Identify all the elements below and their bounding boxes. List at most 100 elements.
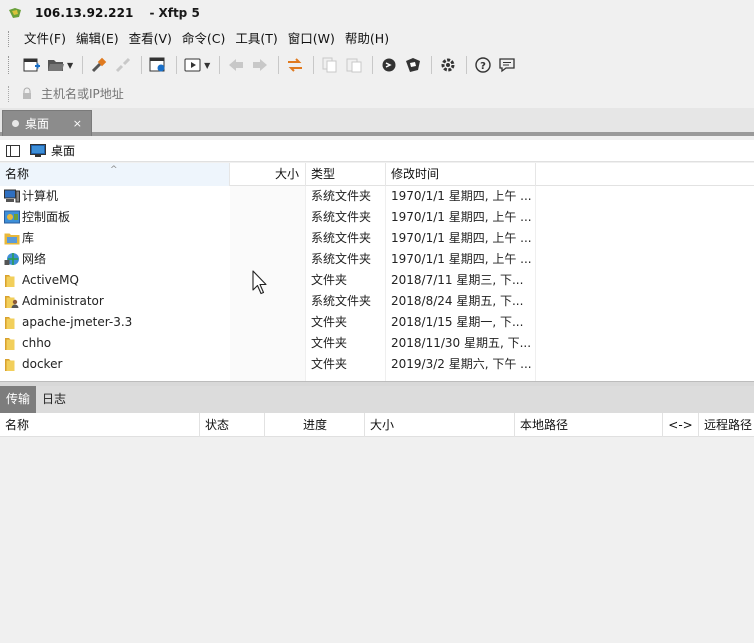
file-name-cell: 控制面板 — [4, 207, 228, 228]
file-mtime: 2018/1/15 星期一, 下... — [391, 315, 524, 329]
file-list[interactable]: 名称 ^ 大小 类型 修改时间 计算机 系统文件夹 1970/1/1 星期四, 上午… — [0, 163, 754, 381]
file-row[interactable]: docker 文件夹 2019/3/2 星期六, 下午 ... — [0, 354, 754, 375]
file-name: 网络 — [22, 252, 47, 266]
tab-close-icon[interactable]: × — [73, 117, 82, 130]
tab-log[interactable]: 日志 — [36, 386, 72, 413]
run-dropdown-icon[interactable]: ▼ — [204, 61, 210, 70]
menu-edit[interactable]: 编辑(E) — [71, 28, 124, 50]
transfer-column-progress[interactable]: 进度 — [265, 413, 365, 437]
menu-view[interactable]: 查看(V) — [124, 28, 177, 50]
transfer-column-local-path[interactable]: 本地路径 — [515, 413, 663, 437]
column-name[interactable]: 名称 ^ — [0, 163, 230, 186]
file-mtime: 1970/1/1 星期四, 上午 ... — [391, 210, 532, 224]
host-title: 106.13.92.221 — [35, 6, 134, 20]
toolbar-separator — [372, 56, 374, 74]
file-row[interactable]: 网络 系统文件夹 1970/1/1 星期四, 上午 ... — [0, 249, 754, 270]
new-session-icon[interactable] — [21, 54, 43, 76]
file-type: 系统文件夹 — [311, 210, 372, 224]
file-name: chho — [22, 336, 52, 350]
column-type[interactable]: 类型 — [306, 163, 386, 186]
address-bar — [0, 82, 754, 106]
file-name-cell: docker — [4, 354, 228, 375]
paste-icon[interactable] — [343, 54, 365, 76]
file-row[interactable]: chho 文件夹 2018/11/30 星期五, 下... — [0, 333, 754, 354]
library-icon — [4, 231, 22, 246]
file-name: 控制面板 — [22, 210, 71, 224]
run-icon[interactable] — [182, 54, 204, 76]
menu-tools[interactable]: 工具(T) — [230, 28, 282, 50]
open-folder-icon[interactable] — [45, 54, 67, 76]
transfer-tab-bar: 传输 日志 — [0, 386, 754, 413]
transfer-column-name[interactable]: 名称 — [0, 413, 200, 437]
file-name-cell: 计算机 — [4, 186, 228, 207]
file-type: 文件夹 — [311, 273, 348, 287]
sort-ascending-icon: ^ — [110, 165, 118, 175]
network-icon — [4, 252, 22, 267]
file-name-cell: chho — [4, 333, 228, 354]
connect-icon[interactable] — [88, 54, 110, 76]
menu-bar: 文件(F) 编辑(E) 查看(V) 命令(C) 工具(T) 窗口(W) 帮助(H… — [0, 27, 754, 51]
transfer-list-header: 名称 状态 进度 大小 本地路径 <-> 远程路径 — [0, 413, 754, 437]
app-title: Xftp 5 — [158, 6, 200, 20]
column-size[interactable]: 大小 — [230, 163, 306, 186]
title-bar: 106.13.92.221 - Xftp 5 — [0, 0, 754, 26]
file-row[interactable]: 控制面板 系统文件夹 1970/1/1 星期四, 上午 ... — [0, 207, 754, 228]
file-row[interactable]: 计算机 系统文件夹 1970/1/1 星期四, 上午 ... — [0, 186, 754, 207]
host-address-input[interactable] — [41, 87, 341, 101]
sync-icon[interactable] — [284, 54, 306, 76]
back-icon[interactable] — [225, 54, 247, 76]
xshell-icon[interactable] — [378, 54, 400, 76]
settings-icon[interactable] — [437, 54, 459, 76]
xftp-icon[interactable] — [402, 54, 424, 76]
file-type: 系统文件夹 — [311, 252, 372, 266]
transfer-column-remote-path[interactable]: 远程路径 — [699, 413, 754, 437]
file-name-cell: 网络 — [4, 249, 228, 270]
file-name-cell: 库 — [4, 228, 228, 249]
control-panel-icon — [4, 210, 22, 225]
file-rows: 计算机 系统文件夹 1970/1/1 星期四, 上午 ... 控制面板 系统文件夹 197… — [0, 186, 754, 375]
menu-window[interactable]: 窗口(W) — [283, 28, 340, 50]
tab-desktop-label: 桌面 — [25, 117, 50, 131]
menu-grip — [8, 31, 11, 47]
copy-icon[interactable] — [319, 54, 341, 76]
toolbar-grip — [8, 56, 11, 74]
disconnect-icon[interactable] — [112, 54, 134, 76]
chat-icon[interactable] — [496, 54, 518, 76]
lock-icon — [21, 87, 33, 101]
file-type: 系统文件夹 — [311, 231, 372, 245]
file-row[interactable]: ActiveMQ 文件夹 2018/7/11 星期三, 下... — [0, 270, 754, 291]
file-name-cell: Administrator — [4, 291, 228, 312]
tab-desktop[interactable]: 桌面 × — [2, 110, 92, 136]
file-type: 系统文件夹 — [311, 294, 372, 308]
file-row[interactable]: apache-jmeter-3.3 文件夹 2018/1/15 星期一, 下... — [0, 312, 754, 333]
file-row[interactable]: Administrator 系统文件夹 2018/8/24 星期五, 下... — [0, 291, 754, 312]
file-type: 文件夹 — [311, 336, 348, 350]
tab-status-dot — [12, 120, 19, 127]
file-mtime: 2018/7/11 星期三, 下... — [391, 273, 524, 287]
menu-file[interactable]: 文件(F) — [19, 28, 71, 50]
current-path[interactable]: 桌面 — [51, 142, 75, 159]
menu-help[interactable]: 帮助(H) — [340, 28, 394, 50]
transfer-column-direction[interactable]: <-> — [663, 413, 699, 437]
file-mtime: 2018/8/24 星期五, 下... — [391, 294, 524, 308]
transfer-list-body[interactable] — [0, 438, 754, 643]
file-row[interactable]: 库 系统文件夹 1970/1/1 星期四, 上午 ... — [0, 228, 754, 249]
open-dropdown-icon[interactable]: ▼ — [67, 61, 73, 70]
toolbar-separator — [219, 56, 221, 74]
toolbar: ▼ ▼ ? — [0, 52, 754, 78]
file-name: 计算机 — [22, 189, 59, 203]
transfer-column-size[interactable]: 大小 — [365, 413, 515, 437]
computer-icon — [4, 189, 22, 204]
pane-toggle-icon[interactable] — [6, 144, 20, 157]
help-icon[interactable]: ? — [472, 54, 494, 76]
xftp-app-icon — [8, 7, 22, 19]
forward-icon[interactable] — [249, 54, 271, 76]
tab-transfer[interactable]: 传输 — [0, 386, 37, 413]
menu-command[interactable]: 命令(C) — [177, 28, 230, 50]
transfer-column-status[interactable]: 状态 — [200, 413, 265, 437]
toolbar-separator — [141, 56, 143, 74]
properties-icon[interactable] — [147, 54, 169, 76]
column-mtime[interactable]: 修改时间 — [386, 163, 536, 186]
address-grip — [8, 86, 11, 102]
desktop-icon — [30, 144, 46, 157]
